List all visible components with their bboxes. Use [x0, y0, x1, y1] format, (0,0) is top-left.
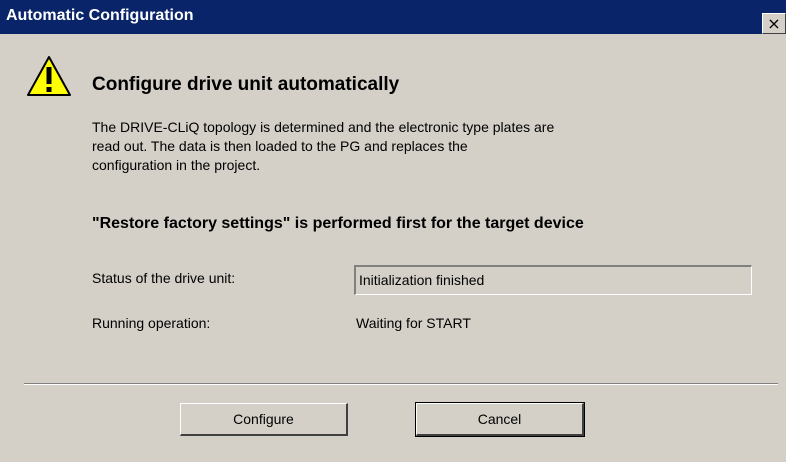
operation-label: Running operation:	[92, 315, 211, 331]
separator	[24, 383, 778, 385]
cancel-button[interactable]: Cancel	[415, 402, 585, 437]
title-bar: Automatic Configuration ×	[0, 0, 786, 34]
warning-icon	[27, 56, 71, 96]
drive-status-field: Initialization finished	[354, 265, 752, 295]
close-icon: ×	[767, 14, 781, 33]
dialog-heading: Configure drive unit automatically	[92, 74, 400, 95]
description-text: The DRIVE-CLiQ topology is determined an…	[92, 119, 555, 173]
close-button[interactable]: ×	[762, 13, 786, 34]
configure-button[interactable]: Configure	[180, 403, 348, 436]
window-title: Automatic Configuration	[6, 7, 194, 24]
factory-settings-warning: "Restore factory settings" is performed …	[92, 215, 584, 232]
drive-status-label: Status of the drive unit:	[92, 270, 236, 286]
operation-value: Waiting for START	[356, 315, 471, 331]
